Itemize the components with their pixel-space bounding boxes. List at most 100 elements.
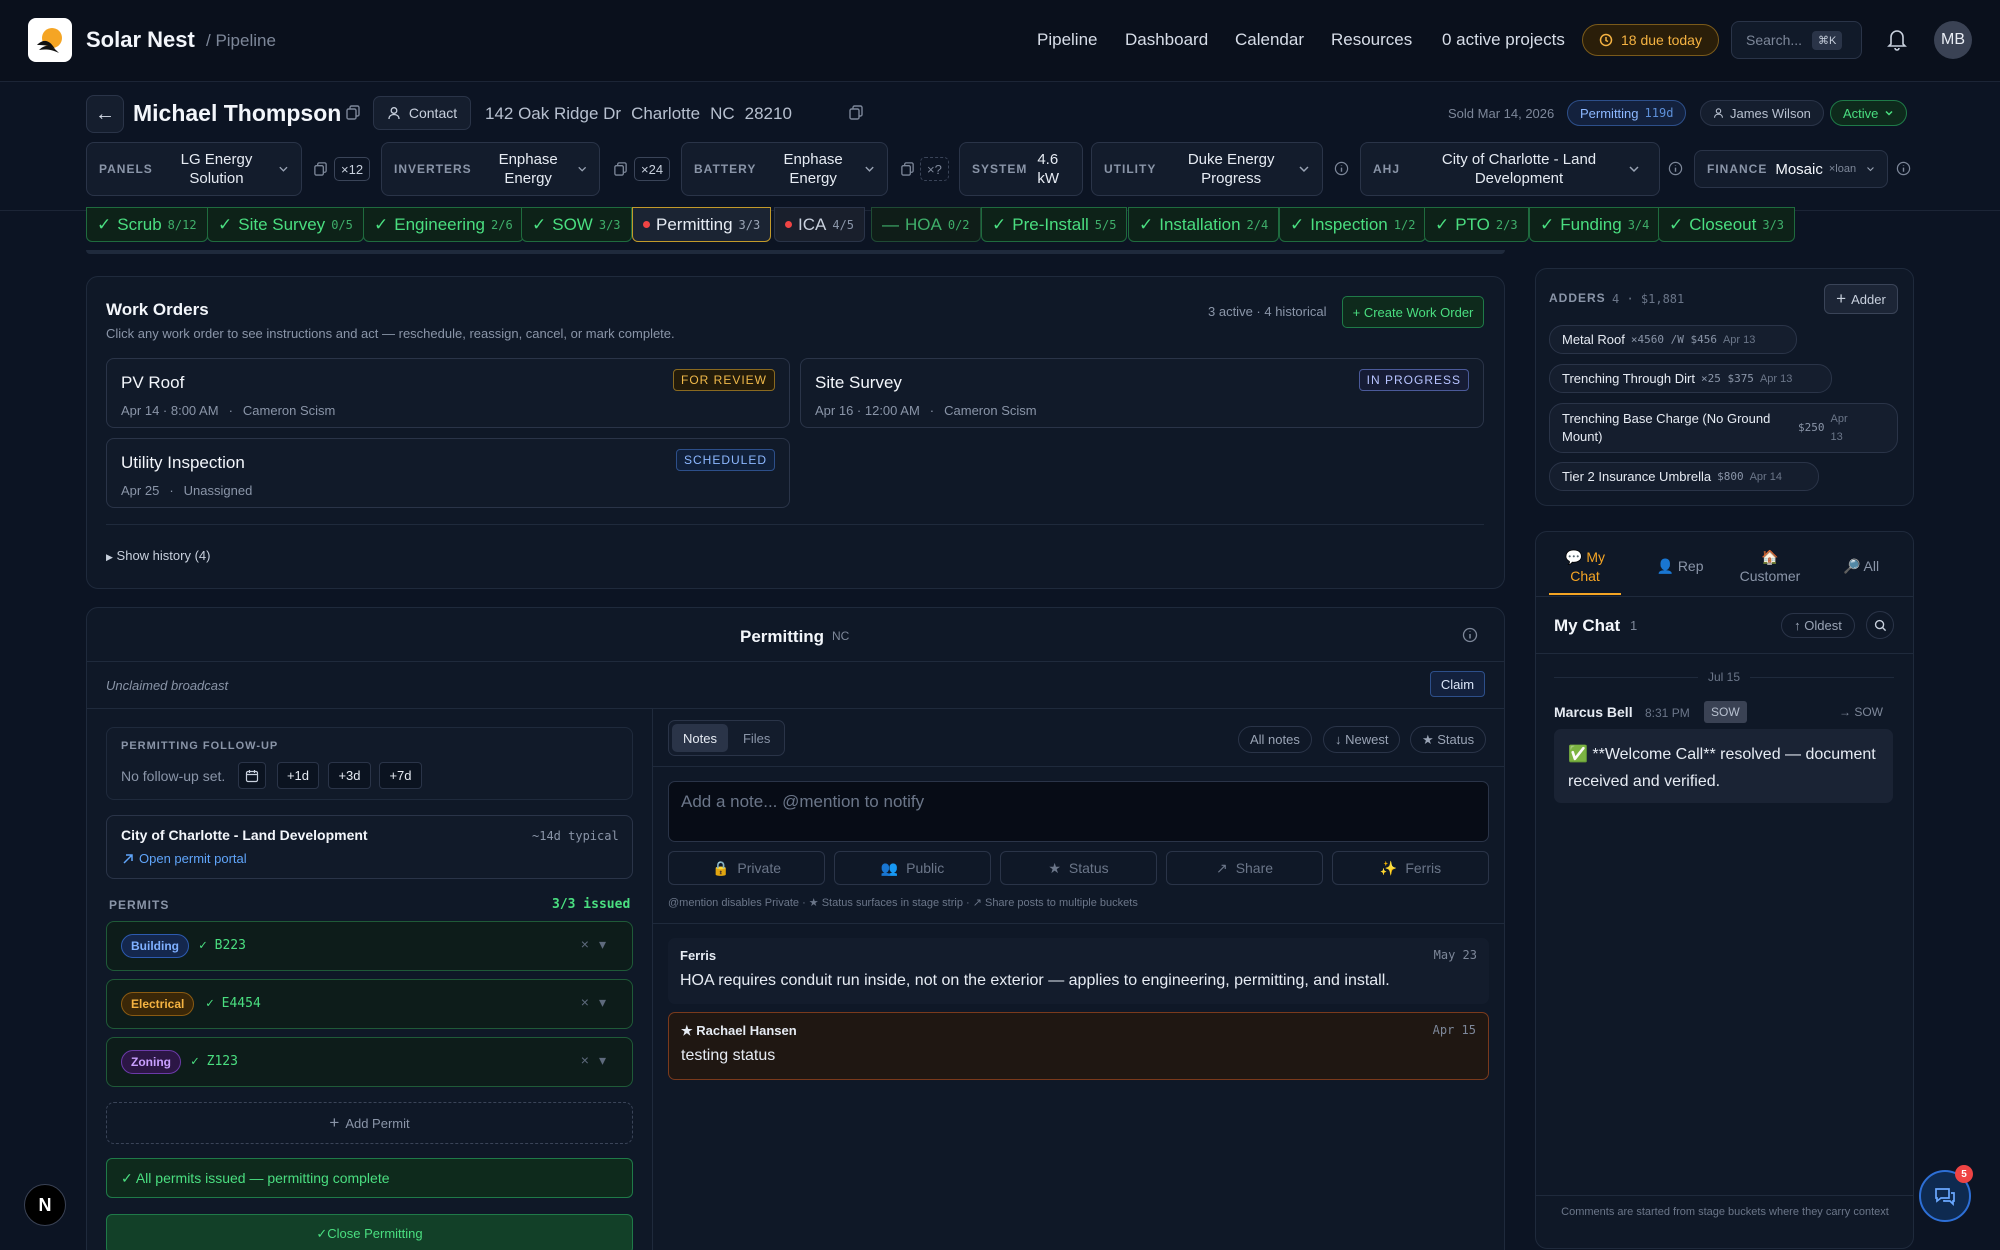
- stage-inspection[interactable]: ✓ Inspection 1/2: [1279, 207, 1427, 242]
- copy-inverters-icon[interactable]: [613, 161, 628, 176]
- inverters-qty[interactable]: ×24: [634, 157, 671, 181]
- adder-item[interactable]: Tier 2 Insurance Umbrella $800 Apr 14: [1549, 462, 1819, 491]
- permit-type-tag: Zoning: [121, 1050, 181, 1074]
- permit-row[interactable]: Zoning ✓ Z123 ×▾: [106, 1037, 633, 1087]
- create-work-order-button[interactable]: + Create Work Order: [1342, 296, 1484, 328]
- info-icon[interactable]: [1334, 161, 1349, 176]
- due-today-badge[interactable]: 18 due today: [1582, 24, 1719, 56]
- tab-my-chat[interactable]: 💬 My Chat: [1549, 548, 1621, 586]
- stage-permitting[interactable]: Permitting 3/3: [632, 207, 772, 242]
- permit-actions[interactable]: ×▾: [581, 1052, 616, 1069]
- stage-closeout[interactable]: ✓ Closeout 3/3: [1658, 207, 1796, 242]
- sort-oldest-button[interactable]: ↑ Oldest: [1781, 613, 1855, 638]
- copy-battery-icon[interactable]: [900, 161, 915, 176]
- follow-up-3d-button[interactable]: +3d: [328, 762, 371, 789]
- copy-panels-icon[interactable]: [313, 161, 328, 176]
- work-order-card[interactable]: Utility Inspection Apr 25 · Unassigned SCH…: [106, 438, 790, 508]
- ahj-select[interactable]: AHJ City of Charlotte - Land Development: [1360, 142, 1660, 196]
- adder-item[interactable]: Trenching Base Charge (No Ground Mount) $…: [1549, 403, 1898, 453]
- add-permit-button[interactable]: + Add Permit: [106, 1102, 633, 1144]
- stage-installation[interactable]: ✓ Installation 2/4: [1128, 207, 1280, 242]
- adder-item[interactable]: Metal Roof ×4560 /W $456 Apr 13: [1549, 325, 1797, 354]
- permit-row[interactable]: Electrical ✓ E4454 ×▾: [106, 979, 633, 1029]
- status-dropdown[interactable]: Active: [1830, 100, 1908, 126]
- open-permit-portal-link[interactable]: Open permit portal: [121, 851, 247, 866]
- status-button[interactable]: ★ Status: [1000, 851, 1157, 885]
- filter-all-notes[interactable]: All notes: [1238, 726, 1312, 753]
- add-adder-button[interactable]: + Adder: [1824, 284, 1898, 314]
- dev-tools-logo[interactable]: N: [24, 1184, 66, 1226]
- info-icon[interactable]: [1668, 161, 1683, 176]
- stage-scrub[interactable]: ✓ Scrub 8/12: [86, 207, 208, 242]
- note-item[interactable]: ★ Rachael Hansen Apr 15 testing status: [668, 1012, 1489, 1080]
- copy-address-icon[interactable]: [848, 104, 864, 120]
- permit-row[interactable]: Building ✓ B223 ×▾: [106, 921, 633, 971]
- nav-resources[interactable]: Resources: [1331, 30, 1412, 50]
- sold-date: Sold Mar 14, 2026: [1448, 106, 1555, 121]
- share-button[interactable]: ↗ Share: [1166, 851, 1323, 885]
- panels-qty[interactable]: ×12: [334, 157, 371, 181]
- tab-files[interactable]: Files: [732, 724, 781, 752]
- tab-notes[interactable]: Notes: [672, 724, 728, 752]
- info-icon[interactable]: [1896, 161, 1911, 176]
- active-projects-link[interactable]: 0 active projects: [1442, 30, 1565, 50]
- breadcrumb[interactable]: / Pipeline: [206, 31, 276, 51]
- permit-actions[interactable]: ×▾: [581, 936, 616, 953]
- stage-site-survey[interactable]: ✓ Site Survey 0/5: [207, 207, 364, 242]
- stage-hoa[interactable]: — HOA 0/2: [871, 207, 981, 242]
- finance-label: FINANCE: [1707, 162, 1768, 176]
- show-history-toggle[interactable]: ▶ Show history (4): [106, 548, 210, 563]
- calendar-icon[interactable]: [238, 762, 266, 789]
- stage-ica[interactable]: ICA 4/5: [774, 207, 866, 242]
- work-order-card[interactable]: Site Survey Apr 16 · 12:00 AM · Cameron Sc…: [800, 358, 1484, 428]
- rep-pill[interactable]: James Wilson: [1700, 100, 1824, 126]
- search-icon[interactable]: [1866, 611, 1894, 639]
- follow-up-7d-button[interactable]: +7d: [379, 762, 422, 789]
- follow-up-1d-button[interactable]: +1d: [277, 762, 319, 789]
- nav-pipeline[interactable]: Pipeline: [1037, 30, 1098, 50]
- ferris-button[interactable]: ✨ Ferris: [1332, 851, 1489, 885]
- public-button[interactable]: 👥 Public: [834, 851, 991, 885]
- permit-actions[interactable]: ×▾: [581, 994, 616, 1011]
- finance-select[interactable]: FINANCE Mosaic ×loan: [1694, 150, 1888, 188]
- user-avatar[interactable]: MB: [1934, 21, 1972, 59]
- close-permitting-button[interactable]: ✓Close Permitting: [106, 1214, 633, 1250]
- date-separator: Jul 15: [1554, 670, 1894, 684]
- panels-select[interactable]: PANELS LG Energy Solution: [86, 142, 302, 196]
- info-icon[interactable]: [1462, 627, 1478, 643]
- tab-customer[interactable]: 🏠 Customer: [1730, 548, 1810, 586]
- stage-funding[interactable]: ✓ Funding 3/4: [1529, 207, 1661, 242]
- stage-count: 8/12: [167, 217, 197, 232]
- stage-mark: ✓: [374, 214, 389, 234]
- nav-calendar[interactable]: Calendar: [1235, 30, 1304, 50]
- private-button[interactable]: 🔒 Private: [668, 851, 825, 885]
- stage-sow[interactable]: ✓ SOW 3/3: [521, 207, 632, 242]
- claim-button[interactable]: Claim: [1430, 671, 1485, 697]
- app-logo[interactable]: [28, 18, 72, 62]
- back-button[interactable]: ←: [86, 95, 124, 133]
- stage-engineering[interactable]: ✓ Engineering 2/6: [363, 207, 524, 242]
- note-input[interactable]: Add a note... @mention to notify: [668, 781, 1489, 842]
- stage-pre-install[interactable]: ✓ Pre-Install 5/5: [981, 207, 1128, 242]
- contact-button[interactable]: Contact: [373, 96, 471, 130]
- adder-item[interactable]: Trenching Through Dirt ×25 $375 Apr 13: [1549, 364, 1832, 393]
- message-target[interactable]: → SOW: [1839, 705, 1883, 719]
- tab-all[interactable]: 🔎 All: [1826, 557, 1896, 576]
- inverters-select[interactable]: INVERTERS Enphase Energy: [381, 142, 600, 196]
- nav-dashboard[interactable]: Dashboard: [1125, 30, 1208, 50]
- utility-select[interactable]: UTILITY Duke Energy Progress: [1091, 142, 1323, 196]
- current-stage-pill[interactable]: Permitting 119d: [1567, 100, 1687, 126]
- battery-select[interactable]: BATTERY Enphase Energy: [681, 142, 888, 196]
- tab-rep[interactable]: 👤 Rep: [1640, 557, 1720, 576]
- search-input[interactable]: Search... ⌘K: [1731, 21, 1862, 59]
- stage-pill-label: Permitting: [1580, 105, 1639, 121]
- stage-pto[interactable]: ✓ PTO 2/3: [1424, 207, 1529, 242]
- note-date: Apr 15: [1432, 1023, 1476, 1037]
- battery-qty[interactable]: ×?: [920, 157, 949, 181]
- filter-status[interactable]: ★ Status: [1410, 726, 1487, 753]
- work-order-card[interactable]: PV Roof Apr 14 · 8:00 AM · Cameron Scism F…: [106, 358, 790, 428]
- copy-name-icon[interactable]: [345, 104, 361, 120]
- bell-icon[interactable]: [1886, 27, 1908, 51]
- note-item[interactable]: Ferris May 23 HOA requires conduit run i…: [668, 938, 1489, 1004]
- sort-newest[interactable]: ↓ Newest: [1323, 726, 1401, 753]
